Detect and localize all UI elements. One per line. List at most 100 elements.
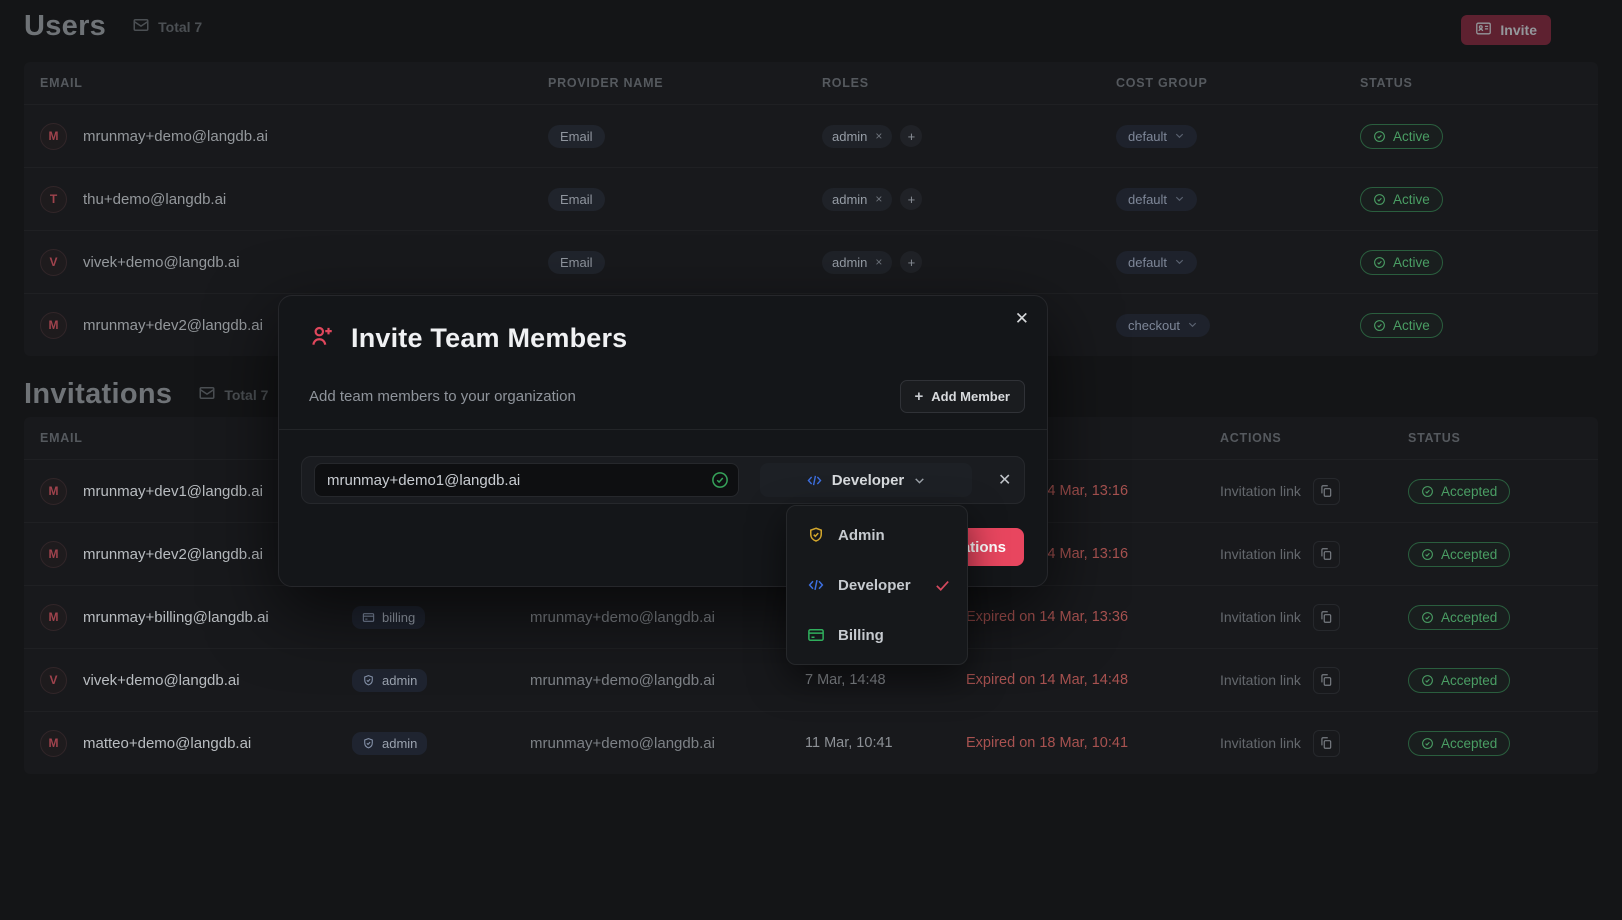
invitation-role-badge: admin	[352, 669, 427, 692]
copy-link-button[interactable]	[1313, 667, 1340, 694]
table-row: V vivek+demo@langdb.ai Email admin× + de…	[24, 230, 1598, 293]
expired-date: Expired on 14 Mar, 14:48	[966, 672, 1220, 688]
shield-icon	[362, 674, 375, 687]
avatar: M	[40, 541, 67, 568]
created-date: 11 Mar, 10:41	[805, 735, 966, 751]
check-circle-icon	[1373, 193, 1386, 206]
chevron-down-icon	[913, 474, 926, 487]
status-badge: Accepted	[1408, 668, 1510, 693]
users-table-header: EMAIL PROVIDER NAME ROLES COST GROUP STA…	[24, 62, 1598, 104]
invitation-email: matteo+demo@langdb.ai	[83, 735, 251, 752]
invited-by: mrunmay+demo@langdb.ai	[530, 609, 805, 626]
invited-by: mrunmay+demo@langdb.ai	[530, 735, 805, 752]
app-root: Users Total 7 Invite EMAIL PROVIDER NAME…	[0, 0, 1622, 920]
envelope-icon	[132, 16, 150, 37]
avatar: M	[40, 312, 67, 339]
invitation-link-label: Invitation link	[1220, 483, 1301, 499]
avatar: M	[40, 730, 67, 757]
status-badge: Active	[1360, 187, 1443, 212]
role-dropdown-menu: Admin Developer Billing	[786, 505, 968, 665]
user-plus-icon	[309, 323, 335, 354]
status-badge: Active	[1360, 250, 1443, 275]
users-section-header: Users Total 7	[24, 10, 202, 43]
status-badge: Accepted	[1408, 731, 1510, 756]
invitations-section-header: Invitations Total 7	[24, 378, 268, 411]
copy-link-button[interactable]	[1313, 604, 1340, 631]
invitations-total-badge: Total 7	[198, 384, 268, 405]
avatar: V	[40, 667, 67, 694]
role-option-label: Admin	[838, 527, 885, 544]
status-badge: Active	[1360, 313, 1443, 338]
invitation-email: vivek+demo@langdb.ai	[83, 672, 240, 689]
provider-badge: Email	[548, 188, 605, 211]
add-role-button[interactable]: +	[900, 125, 922, 147]
table-row: T thu+demo@langdb.ai Email admin× + defa…	[24, 167, 1598, 230]
modal-title: Invite Team Members	[351, 323, 627, 354]
col-header-provider: PROVIDER NAME	[548, 76, 822, 90]
invited-by: mrunmay+demo@langdb.ai	[530, 672, 805, 689]
avatar: M	[40, 123, 67, 150]
invitation-email: mrunmay+dev1@langdb.ai	[83, 483, 263, 500]
invitation-role-badge: admin	[352, 732, 427, 755]
status-badge: Accepted	[1408, 605, 1510, 630]
copy-icon	[1319, 610, 1333, 624]
member-email-input[interactable]	[314, 463, 739, 497]
remove-member-button[interactable]: ✕	[998, 470, 1011, 490]
expired-date: Expired on 14 Mar, 13:36	[966, 609, 1220, 625]
copy-link-button[interactable]	[1313, 541, 1340, 568]
role-option-billing[interactable]: Billing	[787, 610, 967, 660]
copy-link-button[interactable]	[1313, 730, 1340, 757]
status-badge: Accepted	[1408, 479, 1510, 504]
id-card-icon	[1475, 20, 1492, 40]
remove-role-icon[interactable]: ×	[875, 129, 882, 143]
copy-icon	[1319, 547, 1333, 561]
cost-group-select[interactable]: default	[1116, 251, 1197, 274]
modal-subtitle: Add team members to your organization	[309, 388, 576, 405]
expired-date: Expired on 18 Mar, 10:41	[966, 735, 1220, 751]
copy-icon	[1319, 736, 1333, 750]
status-badge: Accepted	[1408, 542, 1510, 567]
add-member-button[interactable]: + Add Member	[900, 380, 1026, 413]
created-date: 7 Mar, 14:48	[805, 672, 966, 688]
check-icon	[934, 577, 951, 594]
users-total-badge: Total 7	[132, 16, 202, 37]
shield-check-icon	[807, 526, 825, 544]
role-option-admin[interactable]: Admin	[787, 510, 967, 560]
role-option-developer[interactable]: Developer	[787, 560, 967, 610]
code-icon	[807, 576, 825, 594]
copy-link-button[interactable]	[1313, 478, 1340, 505]
table-row: M mrunmay+demo@langdb.ai Email admin× + …	[24, 104, 1598, 167]
invitation-role-badge: billing	[352, 606, 425, 629]
avatar: T	[40, 186, 67, 213]
users-total-label: Total 7	[158, 19, 202, 35]
invite-button-label: Invite	[1500, 22, 1537, 38]
role-option-label: Billing	[838, 627, 884, 644]
copy-icon	[1319, 484, 1333, 498]
add-role-button[interactable]: +	[900, 188, 922, 210]
add-member-label: Add Member	[931, 389, 1010, 404]
provider-badge: Email	[548, 251, 605, 274]
cost-group-select[interactable]: checkout	[1116, 314, 1210, 337]
role-chip: admin×	[822, 125, 892, 148]
cost-group-select[interactable]: default	[1116, 188, 1197, 211]
remove-role-icon[interactable]: ×	[875, 192, 882, 206]
check-circle-icon	[1421, 674, 1434, 687]
remove-role-icon[interactable]: ×	[875, 255, 882, 269]
check-circle-icon	[1421, 485, 1434, 498]
invite-button[interactable]: Invite	[1461, 15, 1551, 45]
valid-check-icon	[711, 471, 729, 489]
add-role-button[interactable]: +	[900, 251, 922, 273]
modal-close-button[interactable]: ✕	[1015, 310, 1029, 327]
role-select-button[interactable]: Developer	[760, 463, 972, 497]
invitation-link-label: Invitation link	[1220, 546, 1301, 562]
role-option-label: Developer	[838, 577, 911, 594]
col-header-email: EMAIL	[40, 76, 548, 90]
col-header-actions: ACTIONS	[1220, 431, 1408, 445]
invitation-email: mrunmay+billing@langdb.ai	[83, 609, 269, 626]
shield-icon	[362, 737, 375, 750]
invitation-link-label: Invitation link	[1220, 672, 1301, 688]
chevron-down-icon	[1174, 129, 1185, 144]
modal-divider	[279, 429, 1047, 430]
cost-group-select[interactable]: default	[1116, 125, 1197, 148]
invitation-link-label: Invitation link	[1220, 735, 1301, 751]
